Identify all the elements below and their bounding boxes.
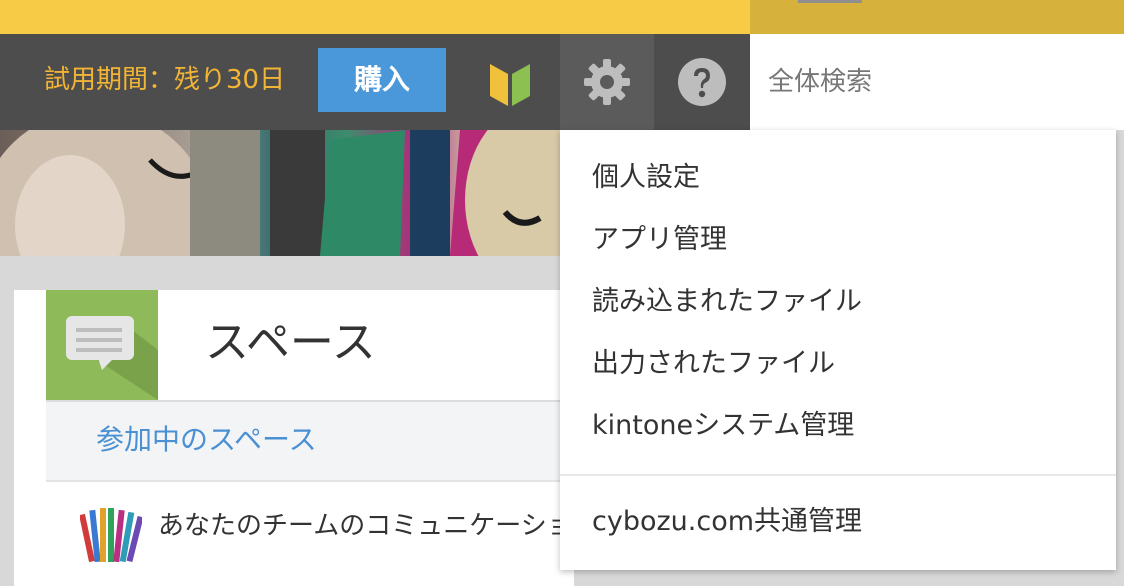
- menu-item-personal-settings[interactable]: 個人設定: [592, 160, 700, 196]
- settings-dropdown-menu: 個人設定 アプリ管理 読み込まれたファイル 出力されたファイル kintoneシ…: [560, 130, 1116, 570]
- buy-button[interactable]: 購入: [318, 48, 446, 112]
- menu-item-cybozu-common-admin[interactable]: cybozu.com共通管理: [592, 504, 862, 540]
- participating-spaces-link[interactable]: 参加中のスペース: [96, 422, 317, 458]
- space-speech-bubble-icon: [46, 290, 158, 400]
- space-thumbnail-icon: [80, 508, 142, 562]
- settings-button[interactable]: [560, 34, 654, 130]
- header-bar: 試用期間：残り30日 購入: [0, 34, 750, 130]
- participating-spaces-tab: 参加中のスペース: [46, 402, 560, 480]
- menu-item-imported-files[interactable]: 読み込まれたファイル: [592, 284, 862, 320]
- trial-period-text: 試用期間：残り30日: [44, 65, 286, 95]
- help-button[interactable]: [654, 34, 750, 130]
- space-list-item-name[interactable]: あなたのチームのコミュニケーションスペース: [158, 508, 560, 544]
- divider: [46, 480, 560, 482]
- gear-icon: [584, 59, 630, 105]
- banner-illustration: [0, 130, 560, 256]
- strip-marker: [798, 0, 862, 3]
- menu-item-kintone-system-admin[interactable]: kintoneシステム管理: [592, 408, 854, 444]
- menu-item-app-management[interactable]: アプリ管理: [592, 222, 727, 258]
- top-accent-strip: [0, 0, 750, 34]
- header-banner-image: [0, 130, 560, 256]
- menu-separator: [560, 474, 1116, 476]
- help-icon: [678, 58, 726, 106]
- top-accent-strip-right: [750, 0, 1124, 34]
- menu-item-exported-files[interactable]: 出力されたファイル: [592, 346, 835, 382]
- global-search-input[interactable]: [750, 34, 1124, 130]
- space-section-title: スペース: [205, 317, 376, 368]
- beginner-leaf-icon[interactable]: [488, 58, 532, 108]
